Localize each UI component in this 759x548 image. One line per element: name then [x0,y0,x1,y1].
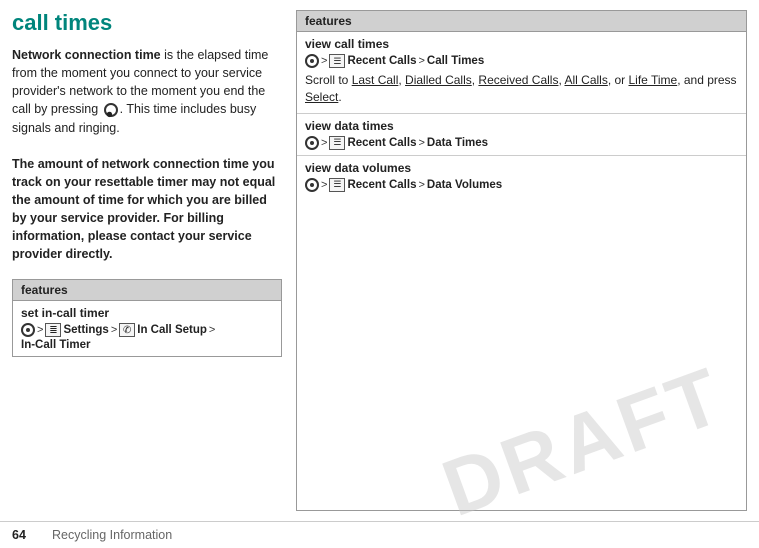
data-times-dest: Data Times [427,137,488,149]
data-volumes-dest: Data Volumes [427,179,502,191]
right-column: features view call times > ☰ Recent Call… [296,10,747,511]
page-number: 64 [12,528,36,542]
page-container: call times Network connection time is th… [0,0,759,548]
in-call-timer-dest: In-Call Timer [21,339,90,351]
dialled-calls-link: Dialled Calls [405,73,472,87]
body-paragraph-2: The amount of network connection time yo… [12,155,282,264]
nav-dot-data-volumes-icon [305,178,319,192]
select-link: Select [305,90,338,104]
body-paragraph-1: Network connection time is the elapsed t… [12,46,282,137]
main-content: call times Network connection time is th… [0,0,759,521]
life-time-link: Life Time [629,73,678,87]
recent-calls-data-times-icon: ☰ [329,136,345,150]
view-data-volumes-instruction: > ☰ Recent Calls > Data Volumes [305,178,738,192]
scroll-instruction: Scroll to Last Call, Dialled Calls, Rece… [305,72,738,106]
recent-calls-path: Recent Calls [347,55,416,67]
view-data-volumes-section: view data volumes > ☰ Recent Calls > Dat… [297,156,746,197]
network-connection-time-label: Network connection time [12,48,161,62]
recent-calls-data-volumes-path: Recent Calls [347,179,416,191]
footer-text: Recycling Information [52,528,172,542]
settings-icon: ≣ [45,323,61,337]
view-data-times-section: view data times > ☰ Recent Calls > Data … [297,114,746,156]
recent-calls-icon: ☰ [329,54,345,68]
recent-calls-data-times-path: Recent Calls [347,137,416,149]
set-in-call-timer-label: set in-call timer [21,306,273,320]
left-column: call times Network connection time is th… [12,10,282,511]
view-data-times-label: view data times [305,119,738,133]
last-call-link: Last Call [352,73,399,87]
nav-dot-data-times-icon [305,136,319,150]
received-calls-link: Received Calls [478,73,558,87]
right-features-header: features [297,11,746,32]
view-call-times-label: view call times [305,37,738,51]
set-in-call-timer-instruction: > ≣ Settings > ✆ In Call Setup > In-Call… [21,323,273,351]
in-call-setup-path: In Call Setup [137,324,207,336]
right-features-box: features view call times > ☰ Recent Call… [296,10,747,511]
view-data-volumes-label: view data volumes [305,161,738,175]
nav-dot-call-icon [305,54,319,68]
recent-calls-data-volumes-icon: ☰ [329,178,345,192]
view-call-times-instruction: > ☰ Recent Calls > Call Times [305,54,738,68]
call-times-dest: Call Times [427,55,484,67]
in-call-setup-icon: ✆ [119,323,135,337]
set-in-call-timer-section: set in-call timer > ≣ Settings > ✆ In Ca… [13,301,281,356]
all-calls-link: All Calls [564,73,607,87]
page-footer: 64 Recycling Information [0,521,759,548]
view-data-times-instruction: > ☰ Recent Calls > Data Times [305,136,738,150]
left-features-box: features set in-call timer > ≣ Settings … [12,279,282,357]
settings-path: Settings [63,324,108,336]
view-call-times-section: view call times > ☰ Recent Calls > Call … [297,32,746,114]
page-title: call times [12,10,282,36]
left-features-header: features [13,280,281,301]
nav-dot-icon [21,323,35,337]
